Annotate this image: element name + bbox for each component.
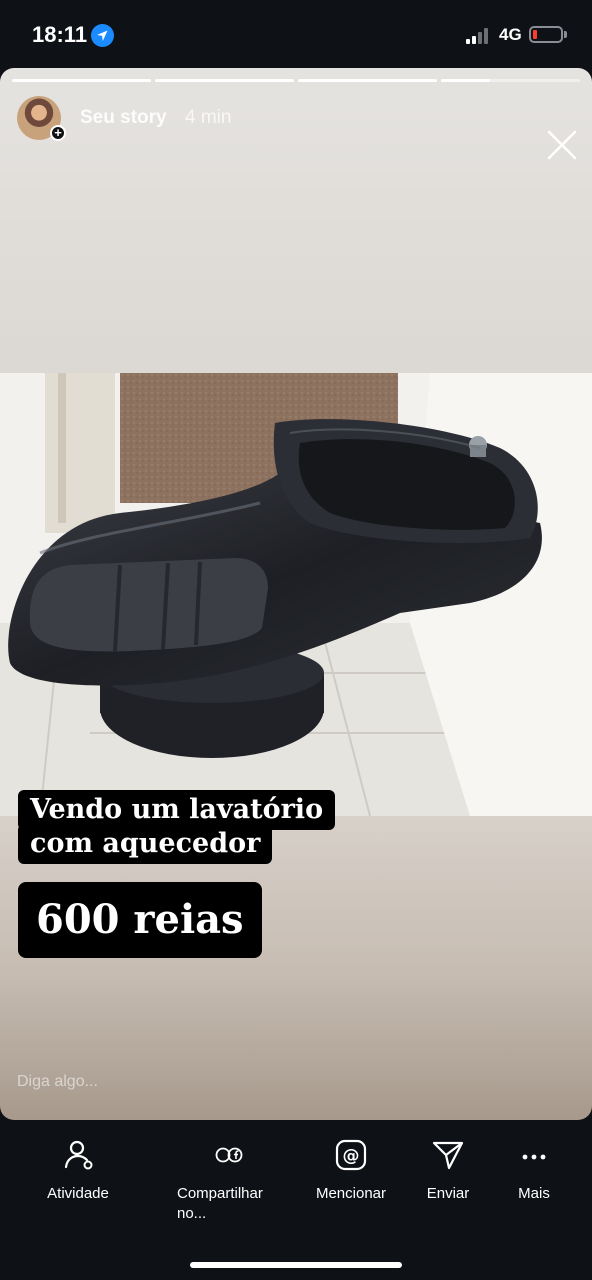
network-type: 4G (499, 25, 522, 44)
story-photo (0, 373, 592, 816)
price-sticker: 600 reias (18, 882, 262, 958)
reply-input[interactable]: Diga algo... (17, 1073, 98, 1091)
mention-icon: @ (335, 1139, 367, 1171)
share-label: Compartilhar no... (177, 1185, 263, 1222)
add-story-icon[interactable]: + (50, 125, 66, 141)
activity-button[interactable]: Atividade (28, 1138, 128, 1204)
story-owner-label[interactable]: Seu story (80, 107, 167, 129)
send-icon (432, 1141, 464, 1170)
mention-button[interactable]: @ Mencionar (306, 1138, 396, 1204)
progress-segment (155, 79, 294, 82)
shampoo-chair-image (0, 373, 592, 816)
story-header: + Seu story 4 min (0, 96, 592, 160)
location-arrow-icon (91, 24, 114, 47)
activity-label: Atividade (47, 1185, 109, 1202)
story-card[interactable]: + Seu story 4 min Vendo um lavatório com… (0, 68, 592, 1120)
progress-segment (298, 79, 437, 82)
status-bar: 18:11 4G (0, 0, 592, 68)
send-button[interactable]: Enviar (412, 1138, 484, 1204)
close-icon[interactable] (546, 129, 578, 161)
more-icon (522, 1154, 546, 1160)
send-label: Enviar (426, 1185, 470, 1202)
more-button[interactable]: Mais (504, 1138, 564, 1204)
story-timestamp: 4 min (185, 107, 232, 128)
svg-text:@: @ (343, 1146, 360, 1166)
battery-tip (564, 31, 567, 38)
story-action-bar: Atividade Compartilhar no... @ Mencionar… (0, 1120, 592, 1280)
battery-icon (529, 26, 563, 43)
share-button[interactable]: Compartilhar no... (172, 1138, 286, 1224)
whatsapp-facebook-icon (215, 1147, 243, 1163)
status-time: 18:11 (32, 22, 88, 47)
mention-label: Mencionar (315, 1185, 387, 1202)
caption-line: com aquecedor (18, 824, 273, 864)
story-progress-bars (12, 79, 580, 82)
cellular-signal-icon (466, 28, 494, 44)
activity-icon (64, 1140, 93, 1170)
progress-segment (12, 79, 151, 82)
progress-segment (441, 79, 580, 82)
more-label: Mais (518, 1185, 550, 1202)
home-indicator[interactable] (190, 1262, 402, 1268)
